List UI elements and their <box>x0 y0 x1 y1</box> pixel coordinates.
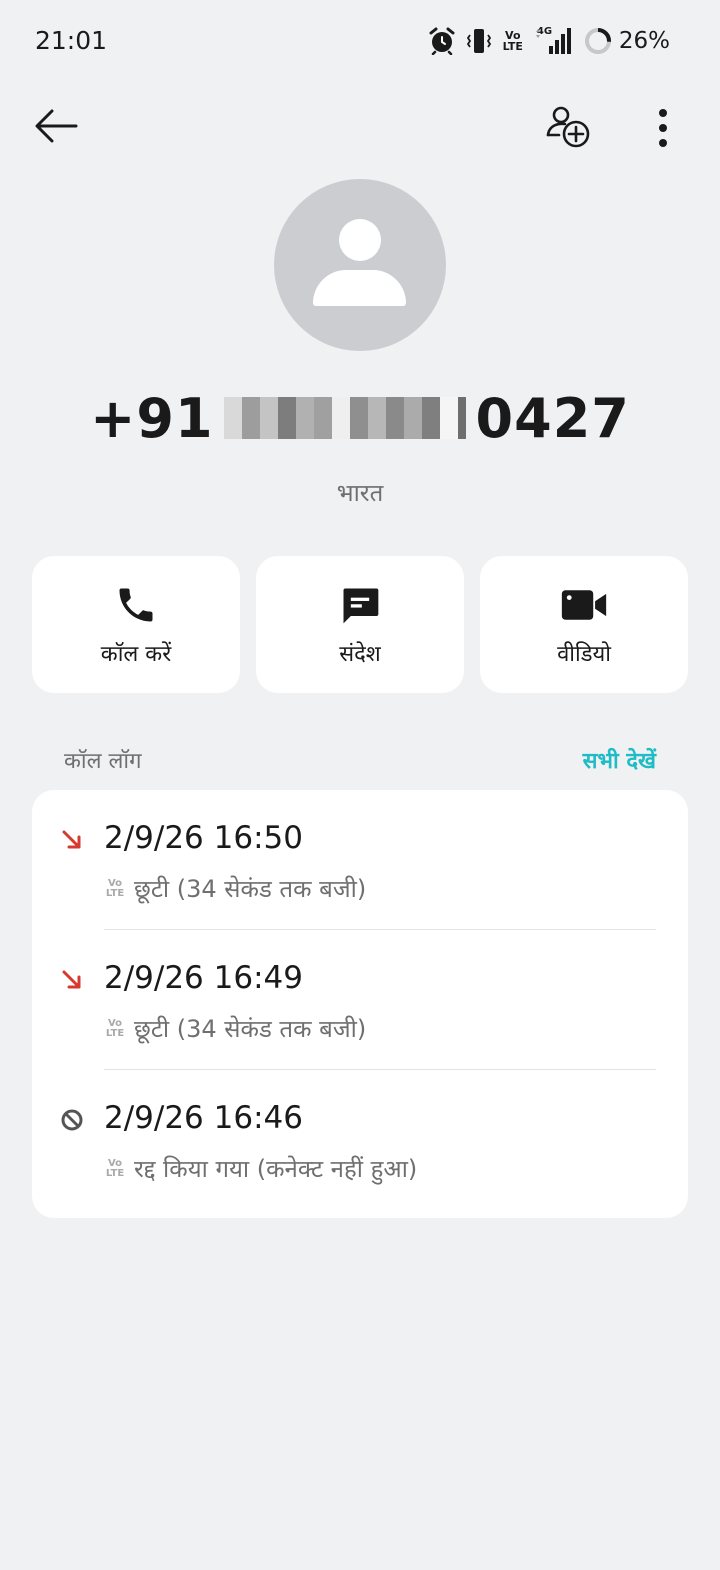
call-log-entry[interactable]: 2/9/26 16:46 Vo LTE रद्द किया गया (कनेक्… <box>32 1070 688 1210</box>
volte-badge-icon: Vo LTE <box>104 1017 126 1039</box>
volte-badge-bottom: LTE <box>105 887 125 899</box>
call-detail: Vo LTE छूटी (34 सेकंड तक बजी) <box>104 872 366 905</box>
call-log-header: कॉल लॉग सभी देखें <box>64 743 656 777</box>
top-app-bar <box>0 82 720 172</box>
call-button[interactable]: कॉल करें <box>32 556 240 693</box>
country-label: भारत <box>336 479 384 507</box>
call-detail: Vo LTE रद्द किया गया (कनेक्ट नहीं हुआ) <box>104 1152 417 1185</box>
add-contact-button[interactable] <box>540 100 596 156</box>
vibrate-icon <box>465 27 493 55</box>
volte-badge-top: Vo <box>107 1017 123 1029</box>
status-bar: 21:01 Vo LTE 4G 26% <box>0 0 720 82</box>
volte-badge-bottom: LTE <box>105 1027 125 1039</box>
volte-badge-bottom: LTE <box>105 1167 125 1179</box>
phone-number: +91 0427 <box>0 384 720 452</box>
volte-icon: Vo LTE <box>503 30 523 52</box>
back-arrow-icon <box>35 109 78 143</box>
video-label: वीडियो <box>557 642 611 667</box>
alarm-icon <box>429 27 455 55</box>
message-icon <box>338 582 382 628</box>
volte-badge-top: Vo <box>107 877 123 889</box>
message-label: संदेश <box>339 642 381 667</box>
call-log-entry[interactable]: 2/9/26 16:49 Vo LTE छूटी (34 सेकंड तक बज… <box>32 930 688 1070</box>
contact-detail-screen: 21:01 Vo LTE 4G 26% +91 0427 भारत कॉल कर… <box>0 0 720 1570</box>
call-detail: Vo LTE छूटी (34 सेकंड तक बजी) <box>104 1012 366 1045</box>
call-description: छूटी (34 सेकंड तक बजी) <box>134 875 367 903</box>
see-all-link[interactable]: सभी देखें <box>583 745 656 775</box>
call-log-title: कॉल लॉग <box>64 749 142 774</box>
video-icon <box>560 582 608 628</box>
message-button[interactable]: संदेश <box>256 556 464 693</box>
call-description: छूटी (34 सेकंड तक बजी) <box>134 1015 367 1043</box>
battery-ring-icon <box>583 26 613 56</box>
action-row: कॉल करें संदेश वीडियो <box>32 556 688 693</box>
status-time: 21:01 <box>35 26 108 55</box>
call-time: 2/9/26 16:46 <box>104 1100 303 1136</box>
call-description: रद्द किया गया (कनेक्ट नहीं हुआ) <box>134 1155 418 1183</box>
more-vert-icon <box>659 109 667 147</box>
more-options-button[interactable] <box>640 100 686 156</box>
status-icons: Vo LTE 4G 26% <box>429 25 670 57</box>
call-time: 2/9/26 16:50 <box>104 820 303 856</box>
contact-avatar <box>274 179 446 351</box>
avatar-body <box>313 270 406 306</box>
redacted-digits <box>223 397 466 439</box>
call-log-card: 2/9/26 16:50 Vo LTE छूटी (34 सेकंड तक बज… <box>32 790 688 1218</box>
signal-4g-icon: 4G <box>533 26 573 56</box>
add-contact-icon <box>546 106 590 148</box>
missed-call-icon <box>59 827 85 853</box>
battery-percent: 26% <box>618 28 670 54</box>
volte-badge-top: Vo <box>107 1157 123 1169</box>
blocked-call-icon <box>59 1107 85 1133</box>
call-label: कॉल करें <box>100 642 172 667</box>
phone-icon <box>114 582 158 628</box>
avatar-head <box>339 219 381 261</box>
back-button[interactable] <box>26 102 86 150</box>
phone-prefix: +91 <box>90 386 214 450</box>
volte-badge-icon: Vo LTE <box>104 877 126 899</box>
video-call-button[interactable]: वीडियो <box>480 556 688 693</box>
call-log-entry[interactable]: 2/9/26 16:50 Vo LTE छूटी (34 सेकंड तक बज… <box>32 790 688 930</box>
call-time: 2/9/26 16:49 <box>104 960 303 996</box>
missed-call-icon <box>59 967 85 993</box>
phone-suffix: 0427 <box>475 386 630 450</box>
volte-badge-icon: Vo LTE <box>104 1157 126 1179</box>
volte-bottom-text: LTE <box>502 40 523 53</box>
